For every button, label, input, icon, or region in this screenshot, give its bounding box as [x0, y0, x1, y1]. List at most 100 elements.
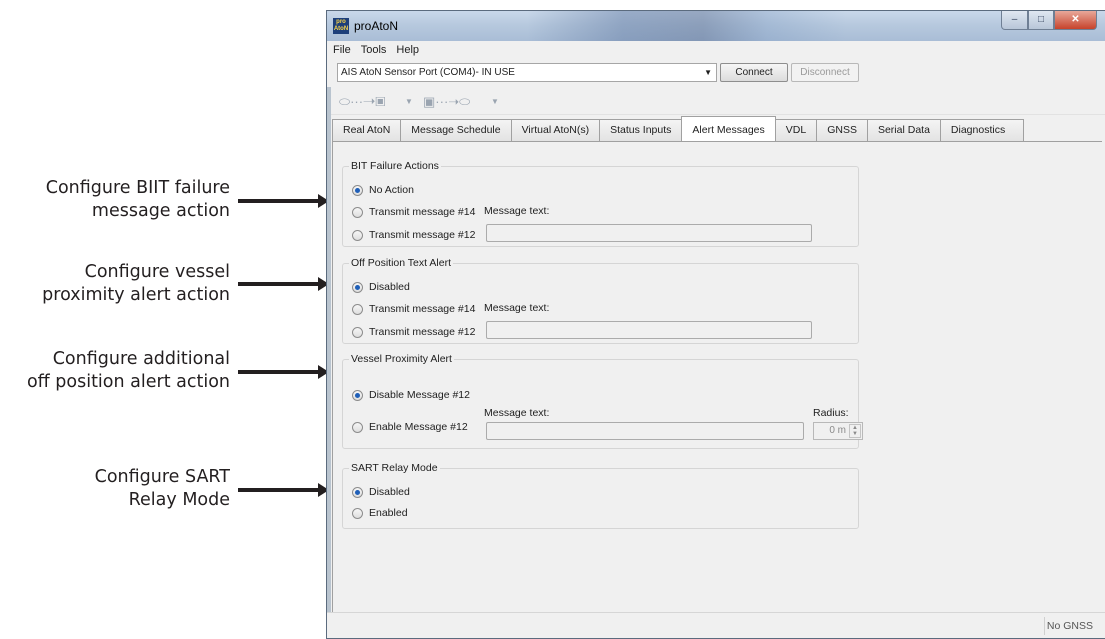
- offpos-disabled-radio[interactable]: Disabled: [352, 279, 410, 295]
- sart-disabled-radio[interactable]: Disabled: [352, 484, 410, 500]
- callout-line: Configure vessel: [84, 262, 230, 282]
- callout-sart-relay: Configure SART Relay Mode: [0, 466, 230, 512]
- tab-real-aton[interactable]: Real AtoN: [332, 119, 402, 141]
- callout-bit-failure: Configure BIIT failure message action: [0, 177, 230, 223]
- sart-enabled-radio[interactable]: Enabled: [352, 505, 408, 521]
- radio-selected-icon: [352, 281, 363, 293]
- callout-line: Configure BIIT failure: [45, 178, 230, 198]
- offpos-transmit-14-radio[interactable]: Transmit message #14: [352, 301, 475, 317]
- tab-virtual-aton[interactable]: Virtual AtoN(s): [511, 119, 601, 141]
- bit-failure-group: BIT Failure Actions No Action Transmit m…: [342, 160, 859, 247]
- callout-off-position: Configure additional off position alert …: [0, 348, 230, 394]
- vessel-proximity-group: Vessel Proximity Alert Disable Message #…: [342, 353, 863, 449]
- tab-message-schedule[interactable]: Message Schedule: [401, 119, 512, 141]
- radio-label: No Action: [369, 184, 414, 196]
- alert-messages-panel: BIT Failure Actions No Action Transmit m…: [332, 141, 1102, 614]
- title-bar[interactable]: pro AtoN proAtoN – □ ✕: [327, 11, 1105, 41]
- group-title: Vessel Proximity Alert: [349, 353, 454, 365]
- tab-vdl[interactable]: VDL: [775, 119, 818, 141]
- offpos-transmit-12-radio[interactable]: Transmit message #12: [352, 324, 475, 340]
- proximity-enable-radio[interactable]: Enable Message #12: [352, 419, 468, 435]
- callout-line: Configure additional: [52, 349, 230, 369]
- radius-value: 0 m: [829, 425, 846, 436]
- close-button[interactable]: ✕: [1054, 11, 1097, 30]
- callout-line: Relay Mode: [128, 490, 230, 510]
- menu-help[interactable]: Help: [396, 41, 419, 59]
- offpos-message-text-input[interactable]: [486, 321, 812, 339]
- chevron-down-icon[interactable]: ▼: [405, 97, 413, 106]
- callout-line: proximity alert action: [42, 285, 230, 305]
- radio-label: Enable Message #12: [369, 421, 468, 433]
- menu-file[interactable]: File: [333, 41, 351, 59]
- chevron-down-icon[interactable]: ▼: [491, 97, 499, 106]
- main-tabs: Real AtoN Message Schedule Virtual AtoN(…: [332, 116, 1025, 141]
- connect-button[interactable]: Connect: [720, 63, 788, 82]
- radio-label: Disabled: [369, 486, 410, 498]
- radio-icon: [352, 421, 363, 433]
- app-window: pro AtoN proAtoN – □ ✕ File Tools Help A…: [326, 10, 1105, 639]
- proximity-disable-radio[interactable]: Disable Message #12: [352, 387, 470, 403]
- radio-label: Transmit message #12: [369, 326, 476, 338]
- radio-icon: [352, 303, 363, 315]
- status-divider: [1044, 617, 1045, 635]
- window-controls: – □ ✕: [1001, 11, 1097, 30]
- radio-label: Transmit message #14: [369, 303, 476, 315]
- message-text-label: Message text:: [484, 407, 550, 419]
- callout-arrow: [238, 483, 329, 497]
- radio-icon: [352, 507, 363, 519]
- bit-transmit-12-radio[interactable]: Transmit message #12: [352, 227, 475, 243]
- port-select-value: AIS AtoN Sensor Port (COM4)- IN USE: [341, 67, 515, 78]
- group-title: BIT Failure Actions: [349, 160, 441, 172]
- tab-status-inputs[interactable]: Status Inputs: [600, 119, 683, 141]
- radio-label: Disable Message #12: [369, 389, 470, 401]
- device-to-pc-icon[interactable]: ▣···➝⬭: [423, 94, 470, 110]
- radio-selected-icon: [352, 486, 363, 498]
- chevron-down-icon: ▼: [704, 68, 712, 77]
- radio-selected-icon: [352, 184, 363, 196]
- off-position-group: Off Position Text Alert Disabled Transmi…: [342, 257, 859, 344]
- tab-serial-data[interactable]: Serial Data: [867, 119, 941, 141]
- tab-diagnostics[interactable]: Diagnostics: [940, 119, 1025, 141]
- group-title: SART Relay Mode: [349, 462, 440, 474]
- status-bar: No GNSS: [327, 612, 1105, 638]
- titlebar-glass: [527, 11, 847, 41]
- radio-icon: [352, 206, 363, 218]
- bit-no-action-radio[interactable]: No Action: [352, 182, 414, 198]
- radio-label: Enabled: [369, 507, 408, 519]
- port-select[interactable]: AIS AtoN Sensor Port (COM4)- IN USE ▼: [337, 63, 717, 82]
- app-logo-icon: pro AtoN: [333, 18, 349, 34]
- transfer-toolbar: ⬭···➝▣ ▼ ▣···➝⬭ ▼: [327, 87, 1105, 115]
- menu-bar: File Tools Help: [327, 41, 1105, 59]
- radio-label: Disabled: [369, 281, 410, 293]
- bit-message-text-input[interactable]: [486, 224, 812, 242]
- tab-alert-messages[interactable]: Alert Messages: [681, 116, 776, 141]
- minimize-button[interactable]: –: [1001, 11, 1028, 30]
- callout-line: Configure SART: [94, 467, 230, 487]
- proximity-message-text-input[interactable]: [486, 422, 804, 440]
- bit-transmit-14-radio[interactable]: Transmit message #14: [352, 204, 475, 220]
- radius-label: Radius:: [813, 407, 849, 419]
- window-left-frame: [327, 87, 331, 612]
- radio-icon: [352, 229, 363, 241]
- radio-label: Transmit message #14: [369, 206, 476, 218]
- callout-line: message action: [91, 201, 230, 221]
- connection-toolbar: AIS AtoN Sensor Port (COM4)- IN USE ▼ Co…: [333, 61, 1105, 85]
- maximize-button[interactable]: □: [1028, 11, 1054, 30]
- spinner-arrows-icon[interactable]: ▲ ▼: [849, 424, 861, 438]
- message-text-label: Message text:: [484, 205, 550, 217]
- message-text-label: Message text:: [484, 302, 550, 314]
- radio-selected-icon: [352, 389, 363, 401]
- group-title: Off Position Text Alert: [349, 257, 453, 269]
- radius-spinbox[interactable]: 0 m ▲ ▼: [813, 422, 863, 440]
- disconnect-button[interactable]: Disconnect: [791, 63, 859, 82]
- tab-gnss[interactable]: GNSS: [817, 119, 868, 141]
- gnss-status: No GNSS: [1046, 620, 1093, 632]
- callout-line: off position alert action: [26, 372, 230, 392]
- callout-vessel-proximity: Configure vessel proximity alert action: [0, 261, 230, 307]
- window-title: proAtoN: [354, 19, 399, 33]
- pc-to-device-icon[interactable]: ⬭···➝▣: [339, 94, 386, 110]
- callout-arrow: [238, 365, 329, 379]
- callout-arrow: [238, 194, 329, 208]
- menu-tools[interactable]: Tools: [361, 41, 387, 59]
- sart-relay-group: SART Relay Mode Disabled Enabled: [342, 462, 859, 529]
